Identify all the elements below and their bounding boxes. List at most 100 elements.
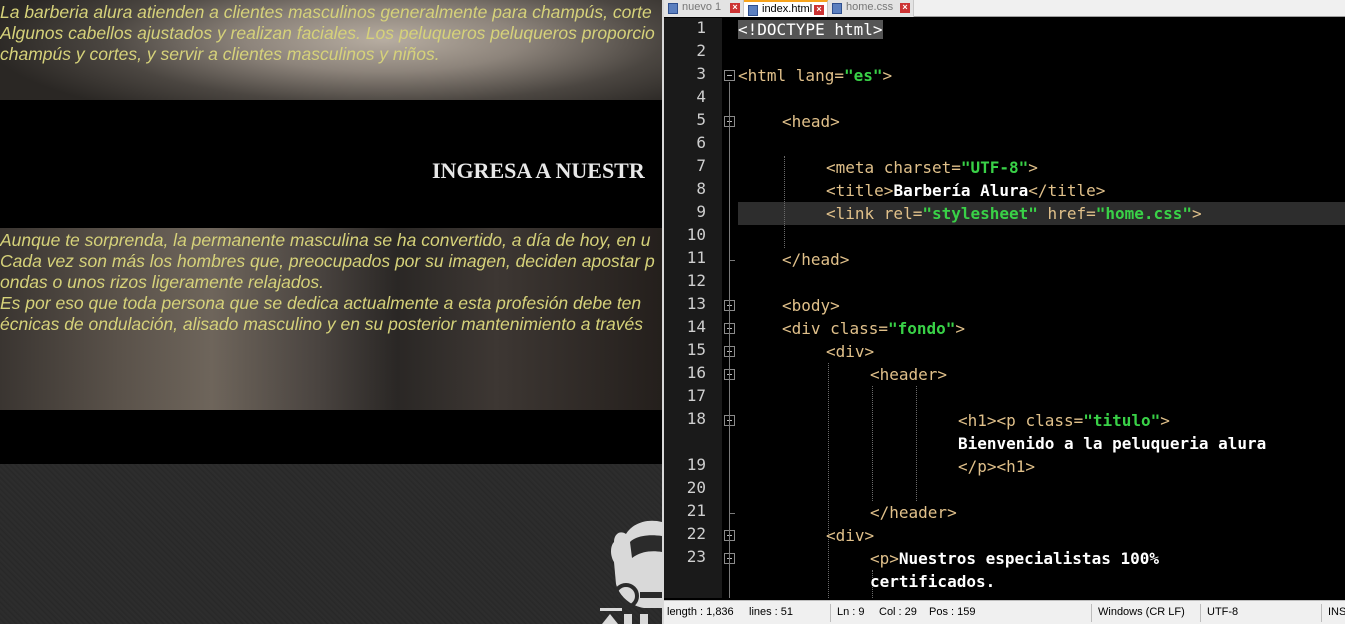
string-token: "fondo" xyxy=(887,319,956,338)
tag-token: > xyxy=(1192,204,1202,223)
line-number: 2 xyxy=(696,41,706,60)
indent-guide xyxy=(784,156,785,248)
code-line: <p>Nuestros especialistas 100% xyxy=(870,547,1159,570)
attr-token: class= xyxy=(830,319,888,338)
tag-token: <h1><p xyxy=(958,411,1026,430)
tag-token: <body> xyxy=(782,296,840,315)
tag-token: <head> xyxy=(782,112,840,131)
tab-label: nuevo 1 xyxy=(682,1,722,13)
code-line: <head> xyxy=(782,110,840,133)
line-number: 7 xyxy=(696,156,706,175)
text-token: certificados. xyxy=(870,572,996,591)
tag-token: <div> xyxy=(826,342,875,361)
intro-paragraph: La barberia alura atienden a clientes ma… xyxy=(0,0,655,65)
status-divider xyxy=(830,604,831,622)
code-line: <meta charset="UTF-8"> xyxy=(826,156,1038,179)
tag-token: > xyxy=(1028,158,1038,177)
line-number: 14 xyxy=(686,317,706,336)
indent-guide xyxy=(916,386,917,501)
intro-line: Algunos cabellos ajustados y realizan fa… xyxy=(0,23,655,43)
code-line: <html lang="es"> xyxy=(738,64,892,87)
line-number: 4 xyxy=(696,87,706,106)
permanent-paragraph: Aunque te sorprenda, la permanente mascu… xyxy=(0,230,655,335)
code-line: <h1><p class="titulo"> xyxy=(958,409,1170,432)
tab-index-html[interactable]: index.html × xyxy=(744,0,828,17)
line-number: 23 xyxy=(686,547,706,566)
line-number-gutter: 1 2 3 4 5 6 7 8 9 10 11 12 13 14 15 16 1… xyxy=(664,18,722,598)
attr-token: href= xyxy=(1037,204,1096,223)
attr-token: rel= xyxy=(883,204,923,223)
status-lines: lines : 51 xyxy=(749,606,794,618)
code-line: <div class="fondo"> xyxy=(782,317,965,340)
tag-token: <header> xyxy=(870,365,948,384)
line-number: 5 xyxy=(696,110,706,129)
barber-photo-band: Aunque te sorprenda, la permanente mascu… xyxy=(0,228,662,410)
fold-toggle-icon[interactable] xyxy=(724,70,735,81)
file-icon xyxy=(832,3,842,14)
code-line: certificados. xyxy=(870,570,995,593)
tab-home-css[interactable]: home.css × xyxy=(828,0,914,17)
tab-label: home.css xyxy=(846,1,894,13)
line-number: 19 xyxy=(686,455,706,474)
footer-area xyxy=(0,464,662,624)
status-position: Pos : 159 xyxy=(929,606,976,618)
code-line: </head> xyxy=(782,248,849,271)
text-token: Bienvenido a la peluqueria alura xyxy=(958,434,1267,453)
code-text-area[interactable]: <!DOCTYPE html> <html lang="es"> <head> … xyxy=(738,18,1345,598)
status-bar: length : 1,836 lines : 51 Ln : 9 Col : 2… xyxy=(664,600,1345,624)
code-line: <div> xyxy=(826,340,874,363)
tag-token: </head> xyxy=(782,250,850,269)
file-tab-bar: nuevo 1 × index.html × home.css × xyxy=(664,0,1345,17)
barber-logo-icon xyxy=(600,520,662,624)
code-line: </p><h1> xyxy=(958,455,1035,478)
doctype-token: <!DOCTYPE html> xyxy=(738,20,883,39)
indent-guide xyxy=(872,386,873,501)
line-number: 12 xyxy=(686,271,706,290)
permanent-line: Cada vez son más los hombres que, preocu… xyxy=(0,251,655,271)
code-line: </header> xyxy=(870,501,957,524)
tag-token: </header> xyxy=(870,503,957,522)
string-token: "home.css" xyxy=(1095,204,1193,223)
string-token: "UTF-8" xyxy=(960,158,1029,177)
separator-strip xyxy=(0,410,662,464)
close-icon[interactable]: × xyxy=(900,3,910,13)
line-number: 15 xyxy=(686,340,706,359)
line-number: 21 xyxy=(686,501,706,520)
status-divider xyxy=(1091,604,1092,622)
file-icon xyxy=(668,3,678,14)
status-column: Col : 29 xyxy=(879,606,917,618)
tab-nuevo-1[interactable]: nuevo 1 × xyxy=(664,0,744,17)
close-icon[interactable]: × xyxy=(814,5,824,15)
status-encoding: UTF-8 xyxy=(1207,606,1239,618)
close-icon[interactable]: × xyxy=(730,3,740,13)
intro-line: La barberia alura atienden a clientes ma… xyxy=(0,2,652,22)
status-line-number: Ln : 9 xyxy=(837,606,865,618)
string-token: "titulo" xyxy=(1083,411,1161,430)
fold-end-marker xyxy=(729,513,735,514)
file-icon xyxy=(748,5,758,16)
line-number: 8 xyxy=(696,179,706,198)
tag-token: > xyxy=(882,66,893,85)
line-number: 10 xyxy=(686,225,706,244)
line-number: 17 xyxy=(686,386,706,405)
fold-line xyxy=(729,82,730,598)
code-line: <!DOCTYPE html> xyxy=(738,18,883,41)
line-number: 1 xyxy=(696,18,706,37)
status-divider xyxy=(1321,604,1322,622)
tag-token: <meta xyxy=(826,158,884,177)
string-token: "es" xyxy=(843,66,883,85)
tag-token: <html xyxy=(738,66,796,85)
tag-token: </title> xyxy=(1028,181,1106,200)
line-number: 22 xyxy=(686,524,706,543)
line-number: 6 xyxy=(696,133,706,152)
tag-token: <p> xyxy=(870,549,899,568)
tag-token: <div> xyxy=(826,526,875,545)
intro-line: champús y cortes, y servir a clientes ma… xyxy=(0,44,440,64)
string-token: "stylesheet" xyxy=(922,204,1038,223)
status-divider xyxy=(1200,604,1201,622)
permanent-line: Aunque te sorprenda, la permanente mascu… xyxy=(0,230,651,250)
code-editor-window: nuevo 1 × index.html × home.css × 1 2 3 … xyxy=(662,0,1345,624)
indent-guide xyxy=(828,363,829,598)
status-length: length : 1,836 xyxy=(667,606,734,618)
browser-viewport: La barberia alura atienden a clientes ma… xyxy=(0,0,662,624)
